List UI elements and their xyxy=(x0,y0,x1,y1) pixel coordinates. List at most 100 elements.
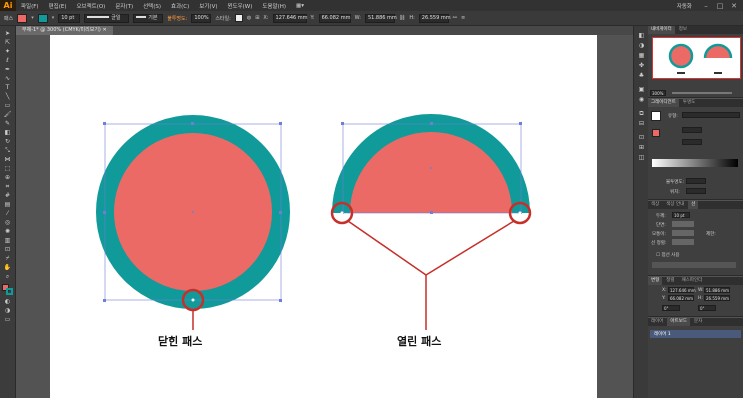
document-tab[interactable]: 무제-1* @ 300% (CMYK/미리보기) ✕ xyxy=(16,26,113,35)
pathfinder-icon[interactable]: ◫ xyxy=(637,154,646,162)
menu-type[interactable]: 문자(T) xyxy=(110,2,138,10)
opacity-field[interactable]: 100% xyxy=(191,13,212,23)
stroke-swatch[interactable] xyxy=(37,13,48,23)
graph-tool-icon[interactable]: ▥ xyxy=(3,237,12,244)
gradient-ramp[interactable] xyxy=(652,159,738,167)
menu-view[interactable]: 보기(V) xyxy=(194,2,222,10)
stroke-weight-field[interactable]: 10 pt xyxy=(58,13,81,23)
brushes-icon[interactable]: ✤ xyxy=(637,62,646,70)
menu-object[interactable]: 오브젝트(O) xyxy=(71,2,110,10)
workspace-switcher[interactable]: 자동화 xyxy=(672,2,697,10)
artboard[interactable]: 닫힌 패스 열린 패스 xyxy=(50,35,597,398)
fill-stroke-icon[interactable] xyxy=(2,284,13,295)
isolate-icon[interactable]: ⚯ xyxy=(453,15,457,21)
color-guide-icon[interactable]: ◑ xyxy=(637,42,646,50)
recolor-icon[interactable]: ◍ xyxy=(247,15,251,21)
dashed-line-checkbox-label[interactable]: ☐ 점선 사용 xyxy=(656,252,679,258)
tab-color-guide[interactable]: 색상 안내 xyxy=(663,201,687,209)
transform-w-field[interactable]: 51.886 mm xyxy=(704,287,730,293)
tab-layers[interactable]: 레이어 xyxy=(648,318,666,326)
rotate-tool-icon[interactable]: ↻ xyxy=(3,138,12,145)
color-modes-icon[interactable]: ◐ xyxy=(3,298,12,305)
shape-builder-icon[interactable]: ⊕ xyxy=(3,174,12,181)
layer-row[interactable]: 레이어 1 xyxy=(650,330,741,338)
fill-swatch-small[interactable] xyxy=(652,129,660,137)
pencil-tool-icon[interactable]: ✎ xyxy=(3,120,12,127)
width-tool-icon[interactable]: ⋈ xyxy=(3,156,12,163)
tab-transparency[interactable]: 투명도 xyxy=(680,99,698,107)
direct-selection-tool-icon[interactable]: ⇱ xyxy=(3,39,12,46)
slice-tool-icon[interactable]: ⌿ xyxy=(3,255,12,262)
chevron-down-icon[interactable]: ▾ xyxy=(31,15,34,21)
control-h-field[interactable]: 26.559 mm xyxy=(418,13,451,23)
artwork[interactable] xyxy=(50,35,597,398)
tab-align[interactable]: 정렬 xyxy=(663,277,677,285)
open-anchor-right[interactable] xyxy=(518,211,522,215)
menu-select[interactable]: 선택(S) xyxy=(138,2,166,10)
navigator-zoom-field[interactable]: 300% xyxy=(650,90,666,96)
swatches-icon[interactable]: ▦ xyxy=(637,52,646,60)
gradient-position-field[interactable] xyxy=(686,188,706,194)
gradient-type-field[interactable] xyxy=(682,112,740,118)
open-anchor-left[interactable] xyxy=(340,211,344,215)
tab-pathfinder[interactable]: 패스파인더 xyxy=(679,277,706,285)
style-swatch[interactable] xyxy=(234,14,243,22)
type-tool-icon[interactable]: T xyxy=(3,84,12,91)
hand-tool-icon[interactable]: ✋ xyxy=(3,264,12,271)
close-icon[interactable]: ✕ xyxy=(729,2,739,10)
tab-artboards[interactable]: 아트보드 xyxy=(667,318,690,326)
stroke-align-buttons[interactable] xyxy=(672,239,694,245)
brush-definition[interactable]: 기본 xyxy=(133,13,164,23)
free-transform-icon[interactable]: ⬚ xyxy=(3,165,12,172)
magic-wand-icon[interactable]: ✦ xyxy=(3,48,12,55)
canvas-area[interactable]: 닫힌 패스 열린 패스 xyxy=(16,35,633,398)
gradient-aspect-field[interactable] xyxy=(682,139,702,145)
transform-x-field[interactable]: 127.646 mm xyxy=(668,287,696,293)
line-tool-icon[interactable]: ╲ xyxy=(3,93,12,100)
dash-fields[interactable] xyxy=(652,262,736,268)
color-panel-icon[interactable]: ◧ xyxy=(637,32,646,40)
rectangle-tool-icon[interactable]: ▭ xyxy=(3,102,12,109)
stroke-weight-input[interactable]: 10 pt xyxy=(672,212,690,218)
scale-tool-icon[interactable]: ⤡ xyxy=(3,147,12,154)
selection-tool-icon[interactable]: ➤ xyxy=(3,30,12,37)
transform-h-field[interactable]: 26.559 mm xyxy=(704,295,730,301)
menu-effect[interactable]: 효과(C) xyxy=(166,2,194,10)
control-w-field[interactable]: 51.886 mm xyxy=(364,13,397,23)
variable-width-profile[interactable]: 균일 xyxy=(84,13,130,23)
menu-edit[interactable]: 편집(E) xyxy=(44,2,72,10)
transform-angle-field[interactable]: 0° xyxy=(662,305,680,311)
navigator-zoom-slider[interactable] xyxy=(672,92,732,94)
tab-gradient[interactable]: 그레이디언트 xyxy=(648,99,679,107)
tab-navigator[interactable]: 내비게이터 xyxy=(648,26,675,34)
transform-icon[interactable]: ⊡ xyxy=(637,134,646,142)
blend-tool-icon[interactable]: ◎ xyxy=(3,219,12,226)
artboard-tool-icon[interactable]: ⊡ xyxy=(3,246,12,253)
transform-shear-field[interactable]: 0° xyxy=(698,305,716,311)
menu-help[interactable]: 도움말(H) xyxy=(257,2,291,10)
opacity-label[interactable]: 불투명도: xyxy=(167,15,187,22)
closed-anchor-point[interactable] xyxy=(191,298,195,302)
draw-modes-icon[interactable]: ◑ xyxy=(3,307,12,314)
layers-icon[interactable]: ⧉ xyxy=(637,110,646,118)
mesh-tool-icon[interactable]: # xyxy=(3,192,12,199)
gradient-angle-field[interactable] xyxy=(682,127,702,133)
gradient-swatch[interactable] xyxy=(651,111,661,121)
menu-file[interactable]: 파일(F) xyxy=(16,2,44,10)
arrange-documents-icon[interactable]: ▦▾ xyxy=(291,3,309,9)
tab-color[interactable]: 색상 xyxy=(648,201,662,209)
zoom-tool-icon[interactable]: ⌕ xyxy=(3,273,12,280)
link-proportions-icon[interactable]: ⛓ xyxy=(399,15,405,21)
tab-info[interactable]: 정보 xyxy=(676,26,690,34)
screen-mode-icon[interactable]: ▭ xyxy=(3,316,12,323)
maximize-icon[interactable]: □ xyxy=(715,2,725,10)
fill-swatch[interactable] xyxy=(17,13,28,23)
appearance-icon[interactable]: ◉ xyxy=(637,96,646,104)
panel-menu-icon[interactable]: ≡ xyxy=(461,15,465,21)
stroke-cap-buttons[interactable] xyxy=(672,221,694,227)
control-y-field[interactable]: 66.082 mm xyxy=(318,13,351,23)
curvature-tool-icon[interactable]: ∿ xyxy=(3,75,12,82)
eraser-tool-icon[interactable]: ◧ xyxy=(3,129,12,136)
chevron-down-icon[interactable]: ▾ xyxy=(52,15,55,21)
control-x-field[interactable]: 127.646 mm xyxy=(272,13,308,23)
